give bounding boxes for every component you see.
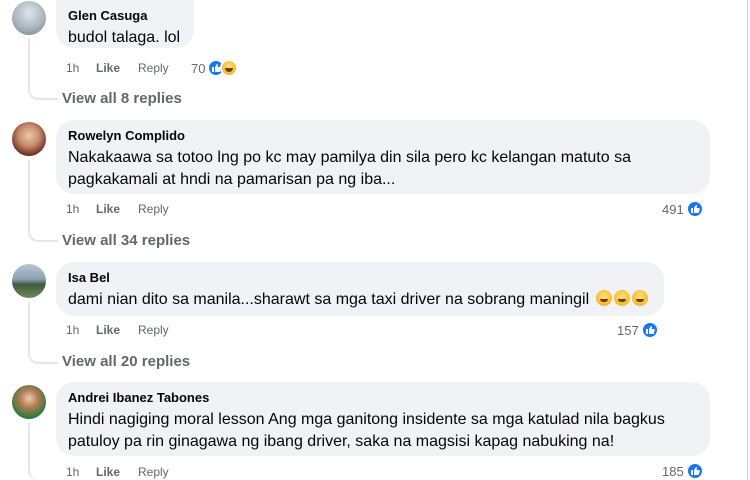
comment-timestamp[interactable]: 1h — [66, 465, 96, 479]
reply-button[interactable]: Reply — [138, 465, 169, 479]
comment-text: budol talaga. lol — [68, 29, 181, 46]
grinning-emoji-icon — [595, 290, 612, 306]
haha-icon — [220, 59, 239, 77]
comment-text-line-2: pagkakamali at hndi na pamarisan pa ng i… — [68, 171, 396, 188]
reaction-summary[interactable]: 185 — [662, 462, 704, 480]
reaction-count: 185 — [662, 463, 684, 479]
comment-actions: 1h Like Reply — [66, 61, 169, 75]
comment-author[interactable]: Glen Casuga — [68, 8, 182, 24]
comment-text-line-1: Nakakaawa sa totoo lng po kc may pamilya… — [68, 149, 631, 166]
comment-bubble: Andrei Ibanez Tabones Hindi nagiging mor… — [56, 382, 710, 456]
view-replies-link[interactable]: View all 34 replies — [62, 232, 190, 249]
comment-actions: 1h Like Reply — [66, 465, 169, 479]
like-button[interactable]: Like — [96, 465, 138, 479]
view-replies-link[interactable]: View all 20 replies — [62, 353, 190, 370]
thread-line — [28, 302, 58, 364]
like-icon — [640, 321, 659, 339]
comment-author[interactable]: Rowelyn Complido — [68, 128, 698, 144]
comment-text-line-2: patuloy pa rin ginagawa ng ibang driver,… — [68, 433, 615, 450]
panel-border — [747, 0, 748, 480]
comment-text-line-1: Hindi nagiging moral lesson Ang mga gani… — [68, 411, 665, 428]
comment-bubble: Glen Casuga budol talaga. lol — [56, 0, 194, 48]
like-button[interactable]: Like — [96, 323, 138, 337]
comment-author[interactable]: Isa Bel — [68, 270, 652, 286]
comment-timestamp[interactable]: 1h — [66, 61, 96, 75]
grinning-emoji-icon — [613, 290, 630, 306]
thread-line — [28, 38, 58, 100]
thread-line — [28, 423, 58, 480]
like-button[interactable]: Like — [96, 202, 138, 216]
reply-button[interactable]: Reply — [138, 61, 169, 75]
comment-text-content: dami nian dito sa manila...sharawt sa mg… — [68, 291, 590, 308]
comment-author[interactable]: Andrei Ibanez Tabones — [68, 390, 698, 406]
reply-button[interactable]: Reply — [138, 323, 169, 337]
reaction-summary[interactable]: 70 — [191, 59, 239, 77]
avatar[interactable] — [12, 1, 46, 35]
comment-bubble: Isa Bel dami nian dito sa manila...shara… — [56, 262, 664, 316]
reaction-count: 70 — [191, 60, 206, 76]
comment-bubble: Rowelyn Complido Nakakaawa sa totoo lng … — [56, 120, 710, 194]
comment-text: dami nian dito sa manila...sharawt sa mg… — [68, 289, 652, 311]
comment-timestamp[interactable]: 1h — [66, 323, 96, 337]
comment-actions: 1h Like Reply — [66, 202, 169, 216]
avatar[interactable] — [12, 385, 46, 419]
reaction-count: 491 — [662, 201, 684, 217]
reaction-count: 157 — [617, 322, 639, 338]
like-button[interactable]: Like — [96, 61, 138, 75]
reaction-summary[interactable]: 157 — [617, 321, 659, 339]
comment-timestamp[interactable]: 1h — [66, 202, 96, 216]
like-icon — [685, 462, 704, 480]
comment-actions: 1h Like Reply — [66, 323, 169, 337]
avatar[interactable] — [12, 122, 46, 156]
reaction-summary[interactable]: 491 — [662, 200, 704, 218]
thread-line — [28, 160, 58, 242]
like-icon — [685, 200, 704, 218]
reply-button[interactable]: Reply — [138, 202, 169, 216]
avatar[interactable] — [12, 264, 46, 298]
view-replies-link[interactable]: View all 8 replies — [62, 90, 182, 107]
grinning-emoji-icon — [631, 290, 648, 306]
